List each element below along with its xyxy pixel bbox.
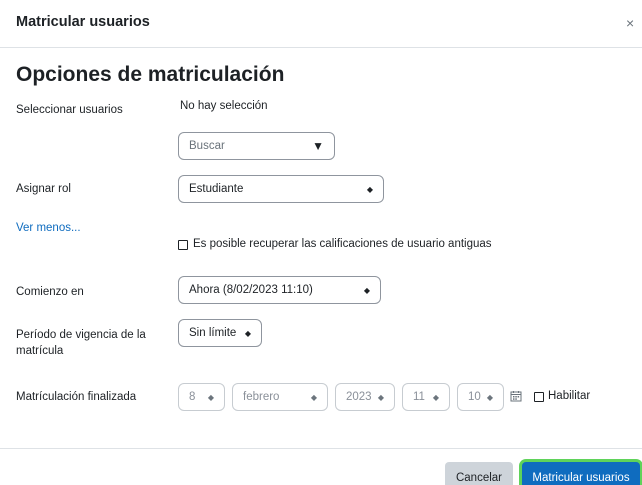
end-hour-select[interactable]: 11 ◆	[402, 383, 450, 411]
chevron-updown-icon: ◆	[432, 392, 439, 402]
duration-value: Sin límite	[189, 327, 237, 339]
cancel-button[interactable]: Cancelar	[445, 462, 513, 485]
end-minute-value: 10	[468, 391, 481, 403]
duration-select[interactable]: Sin límite ◆	[178, 319, 262, 347]
chevron-updown-icon: ◆	[377, 392, 384, 402]
select-users-label: Seleccionar usuarios	[16, 104, 123, 116]
chevron-updown-icon: ◆	[366, 184, 373, 194]
close-icon[interactable]: ×	[626, 16, 634, 30]
recover-grades-label: Es posible recuperar las calificaciones …	[193, 238, 492, 250]
end-year-value: 2023	[346, 391, 372, 403]
end-minute-select[interactable]: 10 ◆	[457, 383, 504, 411]
enrol-users-button[interactable]: Matricular usuarios	[522, 462, 640, 485]
end-day-select[interactable]: 8 ◆	[178, 383, 225, 411]
modal-header: Matricular usuarios ×	[0, 0, 642, 48]
footer-divider	[0, 448, 642, 449]
start-label: Comienzo en	[16, 286, 84, 298]
end-month-value: febrero	[243, 391, 280, 403]
duration-label-line1: Período de vigencia de la	[16, 329, 146, 341]
chevron-updown-icon: ◆	[310, 392, 317, 402]
chevron-updown-icon: ◆	[486, 392, 493, 402]
modal-title: Matricular usuarios	[16, 14, 150, 30]
no-selection-text: No hay selección	[180, 100, 268, 112]
end-label: Matrículación finalizada	[16, 391, 137, 403]
start-value: Ahora (8/02/2023 11:10)	[189, 284, 313, 296]
chevron-updown-icon: ◆	[244, 328, 251, 338]
chevron-updown-icon: ◆	[363, 285, 370, 295]
end-month-select[interactable]: febrero ◆	[232, 383, 328, 411]
enable-end-checkbox[interactable]	[534, 392, 544, 402]
enable-end-label: Habilitar	[548, 390, 591, 402]
end-hour-value: 11	[413, 391, 425, 403]
end-year-select[interactable]: 2023 ◆	[335, 383, 395, 411]
assign-role-value: Estudiante	[189, 183, 244, 195]
section-title: Opciones de matriculación	[16, 63, 285, 86]
assign-role-label: Asignar rol	[16, 183, 71, 195]
assign-role-select[interactable]: Estudiante ◆	[178, 175, 384, 203]
search-users-input[interactable]: Buscar ▼	[178, 132, 335, 160]
caret-down-icon: ▼	[312, 139, 324, 153]
recover-grades-checkbox[interactable]	[178, 240, 188, 250]
search-users-placeholder: Buscar	[189, 140, 225, 152]
end-day-value: 8	[189, 391, 196, 403]
duration-label: Período de vigencia de la matrícula	[16, 327, 146, 359]
show-less-link[interactable]: Ver menos...	[16, 222, 81, 234]
chevron-updown-icon: ◆	[207, 392, 214, 402]
calendar-icon[interactable]	[510, 390, 522, 402]
start-select[interactable]: Ahora (8/02/2023 11:10) ◆	[178, 276, 381, 304]
duration-label-line2: matrícula	[16, 345, 64, 357]
